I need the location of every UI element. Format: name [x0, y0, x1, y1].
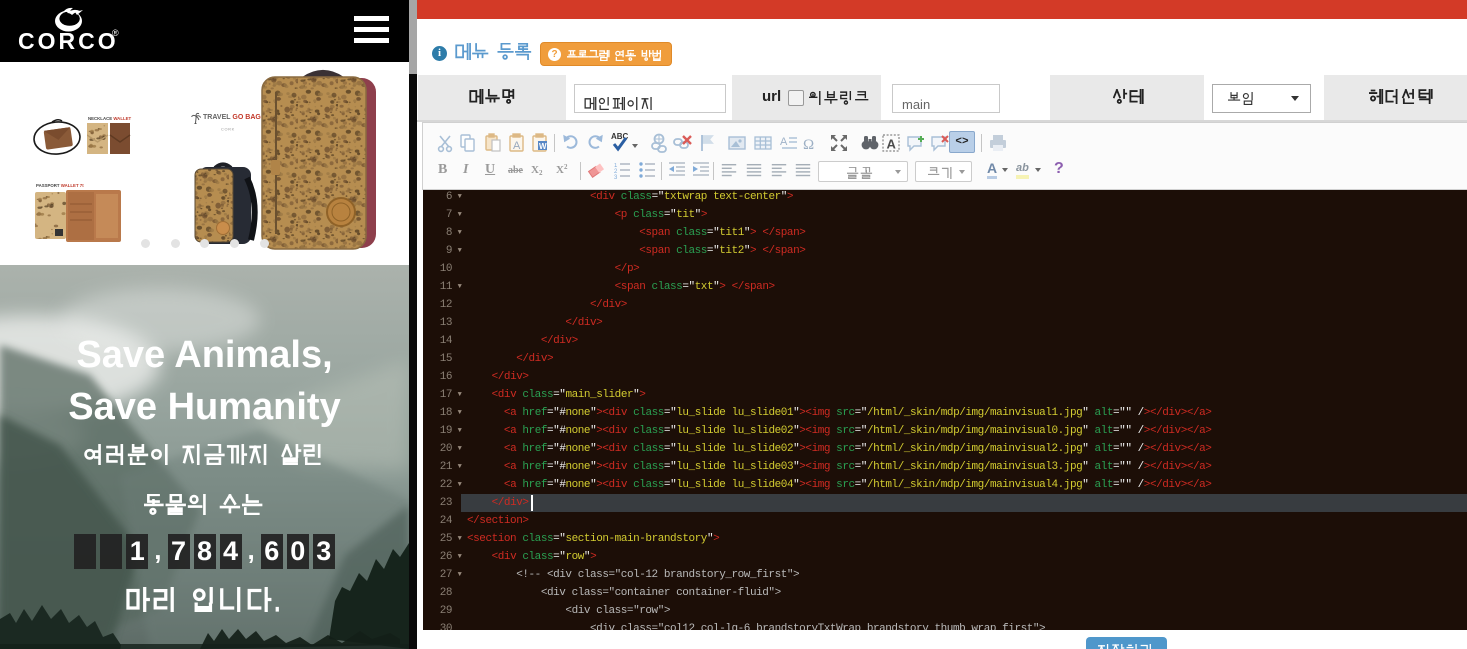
svg-text:W: W: [539, 142, 547, 151]
svg-text:A: A: [513, 140, 521, 152]
svg-text:3: 3: [614, 175, 618, 180]
svg-text:Ω: Ω: [803, 137, 814, 153]
svg-text:A: A: [887, 137, 897, 152]
svg-text:A: A: [780, 136, 788, 148]
